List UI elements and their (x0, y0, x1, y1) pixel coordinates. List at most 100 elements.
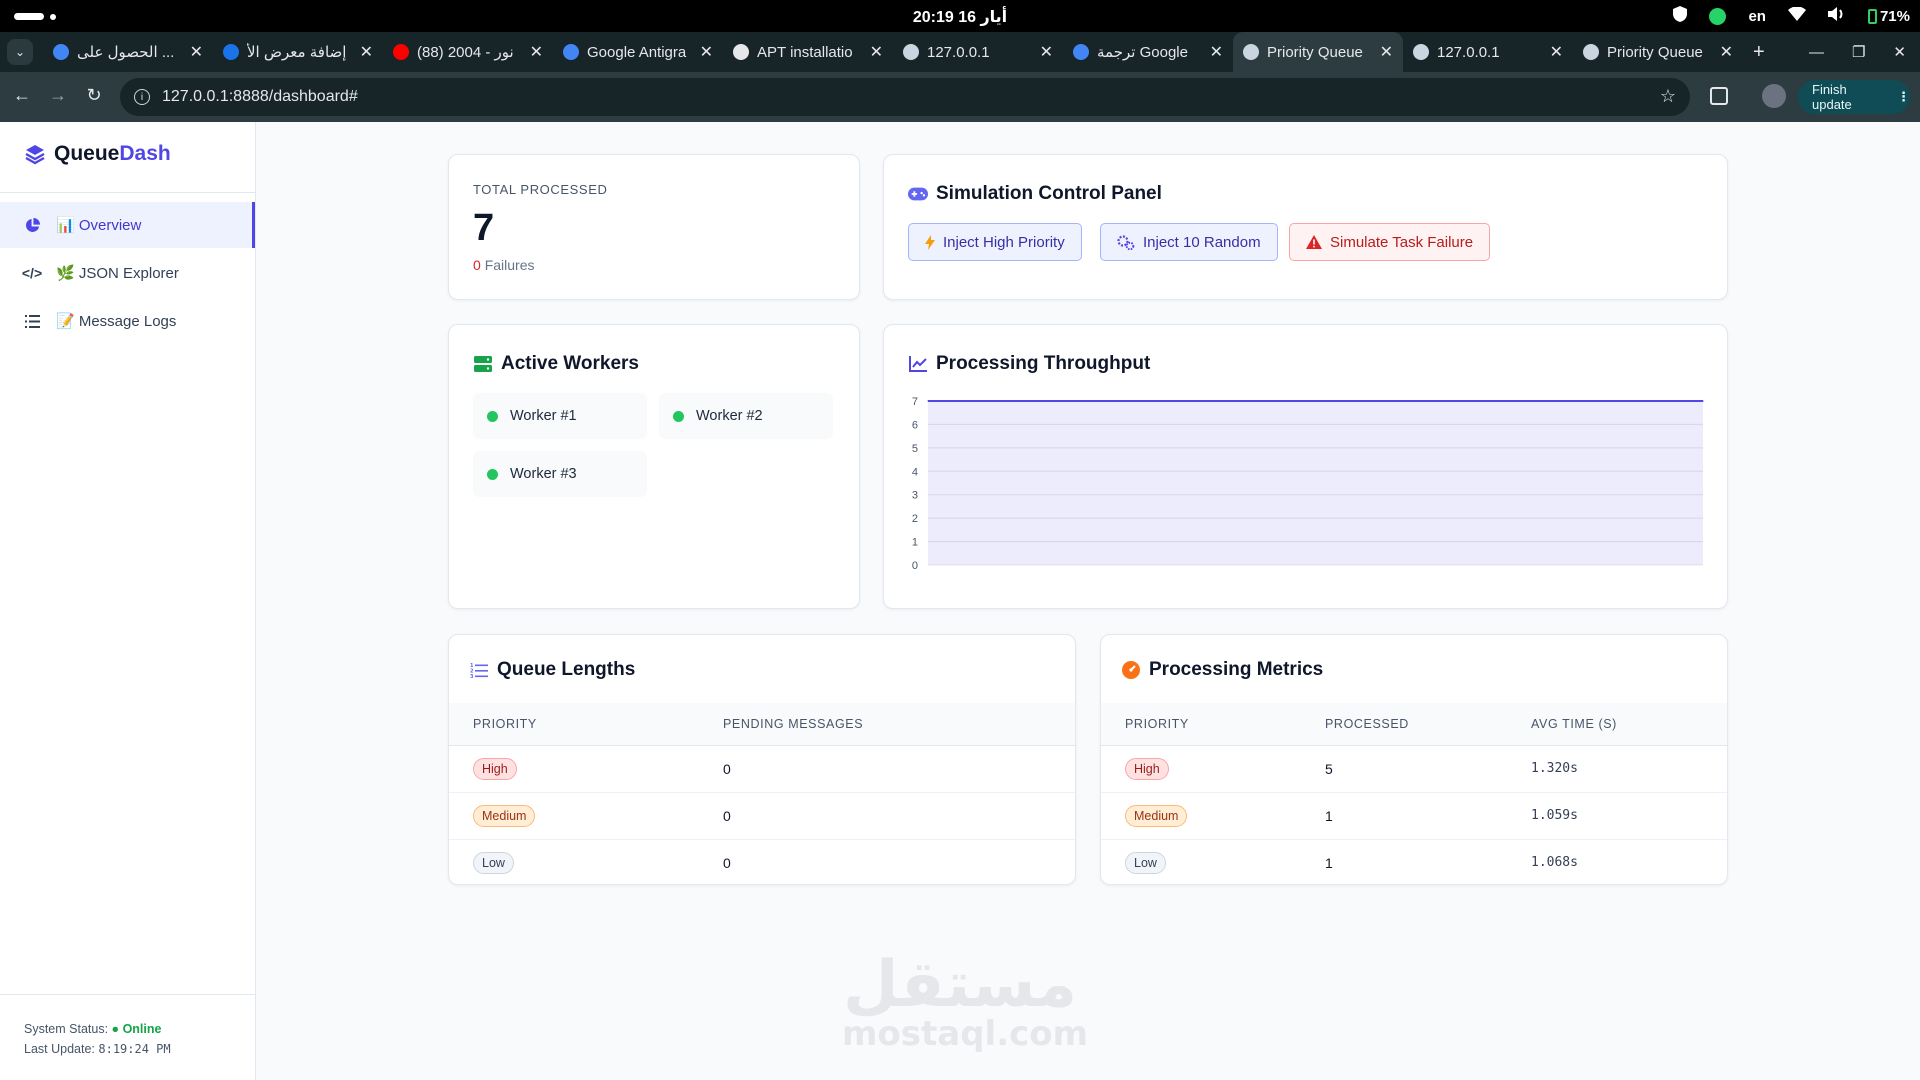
failures-text: 0 Failures (473, 257, 534, 273)
browser-toolbar: ← → ↻ i 127.0.0.1:8888/dashboard# ☆ Fini… (0, 72, 1920, 122)
url-text[interactable]: 127.0.0.1:8888/dashboard# (162, 88, 358, 106)
tab-close-icon[interactable]: ✕ (360, 42, 373, 62)
gamepad-icon (908, 184, 928, 204)
new-tab-button[interactable]: + (1753, 41, 1765, 64)
table-header-row: PRIORITY PENDING MESSAGES (449, 703, 1075, 746)
y-tick-label: 6 (912, 419, 918, 431)
button-label: Inject 10 Random (1143, 233, 1261, 251)
tab-favicon-icon (563, 44, 579, 60)
brand-accent: Dash (119, 142, 171, 165)
worker-status-dot (487, 468, 498, 480)
throughput-point (1457, 400, 1459, 402)
sidebar-item-message-logs[interactable]: 📝 Message Logs (0, 298, 255, 344)
tab-close-icon[interactable]: ✕ (530, 42, 543, 62)
more-menu-icon[interactable]: ⋮ (1897, 89, 1910, 105)
tab-favicon-icon (53, 44, 69, 60)
card-title: Active Workers (473, 353, 639, 375)
card-title-text: Simulation Control Panel (936, 183, 1162, 204)
browser-tab[interactable]: إضافة معرض الأ ✕ (213, 32, 383, 72)
finish-update-button[interactable]: Finish update ⋮ (1798, 80, 1910, 114)
priority-cell: Low (449, 839, 699, 884)
avg-time-cell: 1.059s (1507, 792, 1727, 840)
browser-tab[interactable]: الحصول على ... ✕ (43, 32, 213, 72)
address-bar[interactable]: i 127.0.0.1:8888/dashboard# ☆ (120, 78, 1690, 116)
status-time: 20:19 (912, 9, 954, 26)
tab-close-icon[interactable]: ✕ (1380, 42, 1393, 62)
back-arrow-icon[interactable]: ← (4, 85, 40, 106)
browser-tab[interactable]: 127.0.0.1 ✕ (893, 32, 1063, 72)
tab-close-icon[interactable]: ✕ (1550, 42, 1563, 62)
tab-close-icon[interactable]: ✕ (1210, 42, 1223, 62)
tab-title: APT installatio (757, 43, 853, 61)
status-clock: 20:19 16 أيار (0, 7, 1920, 27)
browser-tab[interactable]: APT installatio ✕ (723, 32, 893, 72)
tab-close-icon[interactable]: ✕ (870, 42, 883, 62)
priority-badge: Low (473, 851, 514, 874)
tab-favicon-icon (903, 44, 919, 60)
queue-lengths-card: 123 Queue Lengths PRIORITY PENDING MESSA… (448, 634, 1076, 885)
throughput-point (1172, 400, 1174, 402)
tab-close-icon[interactable]: ✕ (700, 42, 713, 62)
sidebar-divider (0, 192, 255, 193)
brand-logo[interactable]: QueueDash (24, 142, 171, 166)
line-chart-icon (908, 354, 928, 374)
status-row: System Status: ● Online (24, 1019, 255, 1039)
close-window-icon[interactable]: ✕ (1893, 43, 1906, 61)
processed-cell: 5 (1301, 745, 1507, 793)
status-badge: ● Online (111, 1022, 162, 1036)
reload-icon[interactable]: ↻ (76, 85, 112, 106)
battery-level: 71% (1879, 7, 1910, 25)
finish-update-label: Finish update (1812, 82, 1852, 112)
inject-random-button[interactable]: Inject 10 Random (1100, 223, 1278, 261)
throughput-chart-svg: 0 1 2 3 4 5 6 7 (912, 396, 1704, 572)
y-tick-label: 5 (912, 443, 918, 455)
card-title: Simulation Control Panel (908, 183, 1162, 205)
minimize-icon[interactable]: — (1809, 44, 1824, 61)
failures-count: 0 (473, 257, 481, 273)
sidebar-item-overview[interactable]: 📊 Overview (0, 202, 255, 248)
worker-item: Worker #3 (473, 451, 647, 497)
svg-text:3: 3 (470, 674, 474, 678)
browser-tab[interactable]: ترجمة Google ✕ (1063, 32, 1233, 72)
card-title-text: Active Workers (501, 353, 639, 374)
throughput-point (1090, 400, 1092, 402)
card-title: Processing Metrics (1121, 659, 1323, 681)
profile-avatar[interactable] (1762, 84, 1786, 108)
simulation-control-card: Simulation Control Panel Inject High Pri… (883, 154, 1728, 300)
tab-search-button[interactable]: ⌄ (7, 39, 33, 65)
browser-tab[interactable]: (88) 2004 - نور ✕ (383, 32, 553, 72)
pending-cell: 0 (699, 792, 1075, 840)
browser-tab[interactable]: Google Antigra ✕ (553, 32, 723, 72)
tab-close-icon[interactable]: ✕ (190, 42, 203, 62)
vpn-shield-icon (1673, 6, 1688, 26)
simulate-failure-button[interactable]: Simulate Task Failure (1289, 223, 1491, 261)
throughput-point (1416, 400, 1419, 402)
browser-tab[interactable]: 127.0.0.1 ✕ (1403, 32, 1573, 72)
extensions-icon[interactable] (1710, 87, 1728, 105)
sidebar-item-label: 📊 Overview (56, 217, 142, 234)
card-title-text: Processing Throughput (936, 353, 1151, 374)
browser-tab[interactable]: Priority Queue ✕ (1233, 32, 1403, 72)
bookmark-star-icon[interactable]: ☆ (1660, 86, 1676, 107)
pie-chart-icon (24, 217, 40, 233)
site-info-icon[interactable]: i (134, 89, 150, 105)
table-header-row: PRIORITY PROCESSED AVG TIME (S) (1101, 703, 1727, 746)
y-tick-label: 3 (912, 490, 918, 502)
tab-close-icon[interactable]: ✕ (1040, 42, 1053, 62)
throughput-point (1131, 400, 1133, 402)
table-row: High 0 (449, 745, 1075, 793)
sidebar-item-json-explorer[interactable]: </> 🌿 JSON Explorer (0, 250, 255, 296)
tab-close-icon[interactable]: ✕ (1720, 42, 1733, 62)
priority-cell: Low (1101, 839, 1301, 884)
restore-icon[interactable]: ❐ (1852, 43, 1865, 61)
forward-arrow-icon[interactable]: → (40, 85, 76, 106)
priority-cell: Medium (449, 792, 699, 840)
inject-high-priority-button[interactable]: Inject High Priority (908, 223, 1082, 261)
priority-badge: Low (1125, 851, 1166, 874)
throughput-point (1008, 400, 1011, 402)
server-icon (473, 354, 493, 374)
throughput-card: Processing Throughput 0 1 2 3 4 5 6 7 (883, 324, 1728, 609)
y-tick-label: 0 (912, 560, 918, 572)
brand-name: QueueDash (54, 142, 171, 166)
browser-tab[interactable]: Priority Queue ✕ (1573, 32, 1743, 72)
